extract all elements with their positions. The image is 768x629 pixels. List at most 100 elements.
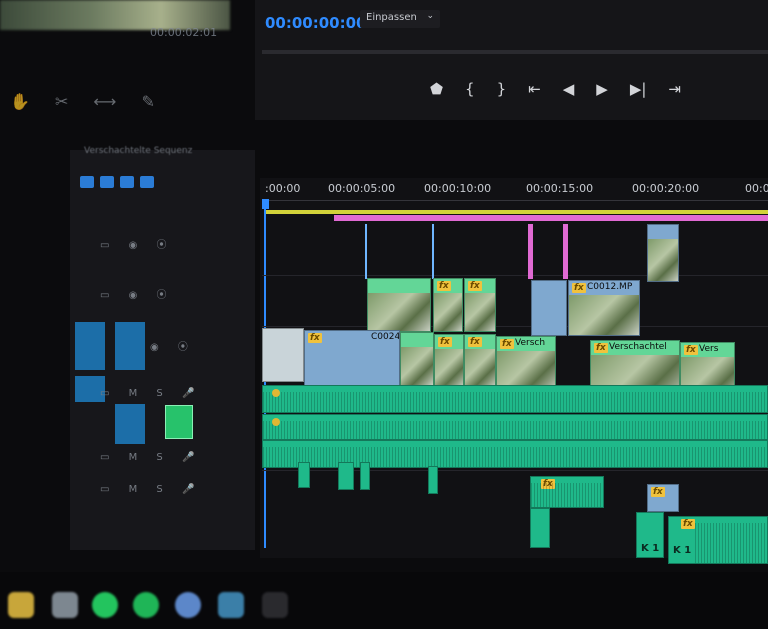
audio-clip-k1b[interactable]: fx K 1 [668,516,768,564]
spotify-icon[interactable] [92,592,118,618]
fx-badge: fx [500,339,514,349]
clip-thumbnail [368,293,430,331]
nested-clip[interactable]: fx [433,278,463,332]
in-out-range-bar[interactable] [334,215,768,221]
fx-badge: fx [684,345,698,355]
nested-clip[interactable]: fx Versch [496,336,556,392]
in-point-icon[interactable]: { [465,81,475,97]
audio-clip[interactable] [298,462,310,488]
work-area-bar[interactable] [266,210,768,214]
track-sync-lock[interactable] [165,405,193,439]
video-clip[interactable] [647,224,679,282]
audio-clip[interactable] [338,462,354,490]
step-back-icon[interactable]: ◀ [563,81,575,97]
video-clip-c0024[interactable]: fx C0024 [304,330,400,386]
whatsapp-icon[interactable] [133,592,159,618]
clip-thumbnail [465,349,495,387]
track-controls-v1[interactable]: ◉ ⦿ [150,338,196,353]
nested-clip[interactable]: fx [464,334,496,388]
app-icon[interactable] [262,592,288,618]
fx-badge: fx [681,519,695,529]
app-icon[interactable] [218,592,244,618]
step-forward-icon[interactable]: ▶| [630,81,647,97]
app-icon[interactable] [52,592,78,618]
track-target-v1[interactable] [75,322,105,370]
track-controls-v3[interactable]: ▭ ◉ ⦿ [100,236,175,251]
track-controls-a1[interactable]: ▭ M S 🎤 [100,388,202,399]
clip-edge-marker [528,224,533,279]
timeline-timecode[interactable]: 00:00:00:00 [265,14,367,32]
audio-waveform [263,392,767,412]
clip-thumbnail [434,293,462,331]
clip-thumbnail [465,293,495,331]
audio-waveform [531,483,603,507]
video-clip-c0012[interactable]: fx C0012.MP [568,280,640,336]
zoom-select-label: Einpassen [366,12,417,23]
time-ruler[interactable] [262,200,768,201]
sequence-tab[interactable]: Verschachtelte Sequenz [84,146,192,156]
chevron-down-icon: ⌄ [426,11,434,21]
add-marker-toggle[interactable] [120,176,134,188]
track-controls-v2[interactable]: ▭ ◉ ⦿ [100,286,175,301]
clip-name: C0024 [371,332,400,342]
go-to-in-icon[interactable]: ⇤ [528,81,541,97]
nested-clip[interactable] [400,332,434,386]
track-controls-a3[interactable]: ▭ M S 🎤 [100,484,202,495]
clip-name: Verschachtel [609,342,667,352]
fx-badge: fx [308,333,322,343]
linked-selection-toggle[interactable] [100,176,114,188]
fx-badge: fx [594,343,608,353]
fx-badge: fx [651,487,665,497]
audio-waveform [695,523,767,563]
audio-clip[interactable] [428,466,438,494]
audio-clip[interactable] [530,508,550,548]
video-clip[interactable] [262,328,304,382]
fx-badge: fx [437,281,451,291]
clip-edge-marker [563,224,568,279]
ruler-tick-label: 00:00:10:00 [424,182,492,195]
play-icon[interactable]: ▶ [596,81,608,97]
audio-waveform [263,421,767,439]
video-clip[interactable] [531,280,567,336]
ruler-tick-label: 00:00:05:00 [328,182,396,195]
track-source-v1[interactable] [115,322,145,370]
ruler-tick-label: :00:00 [265,182,301,195]
clip-thumbnail [401,347,433,385]
cut-line [432,224,434,279]
clip-label: K 1 [641,543,660,554]
transport-controls: ⬟ { } ⇤ ◀ ▶ ▶| ⇥ [430,74,750,104]
audio-clip-a1[interactable] [262,385,768,413]
keyframe-marker[interactable] [272,389,280,397]
out-point-icon[interactable]: } [497,81,507,97]
audio-clip[interactable] [360,462,370,490]
fx-badge: fx [572,283,586,293]
nested-clip[interactable]: fx [434,334,464,388]
track-source-a1[interactable] [115,404,145,444]
clip-name: Vers [699,344,719,354]
audio-clip-k1[interactable]: K 1 [636,512,664,558]
audio-clip[interactable]: fx [530,476,604,508]
keyframe-marker[interactable] [272,418,280,426]
scrubber-bar[interactable] [262,50,768,54]
folder-icon[interactable] [8,592,34,618]
audio-clip-a2[interactable] [262,414,768,440]
go-to-out-icon[interactable]: ⇥ [668,81,681,97]
clip-thumbnail [435,349,463,387]
clip-label: K 1 [673,545,692,556]
track-controls-a2[interactable]: ▭ M S 🎤 [100,452,202,463]
fx-badge: fx [438,337,452,347]
clip-thumbnail [569,295,639,335]
zoom-select[interactable]: Einpassen ⌄ [360,10,440,28]
clip-name: C0012.MP [587,282,633,292]
video-clip[interactable]: fx [647,484,679,512]
marker-icon[interactable]: ⬟ [430,81,443,97]
tools-panel-icons[interactable]: ✋ ✂ ⟷ ✎ [10,92,165,111]
settings-toggle[interactable] [140,176,154,188]
clip-name: Versch [515,338,546,348]
browser-icon[interactable] [175,592,201,618]
nested-clip[interactable]: fx [464,278,496,332]
nested-clip[interactable] [367,278,431,332]
track-divider [262,275,768,276]
program-timecode: 00:00:02:01 [150,26,218,39]
snap-toggle[interactable] [80,176,94,188]
